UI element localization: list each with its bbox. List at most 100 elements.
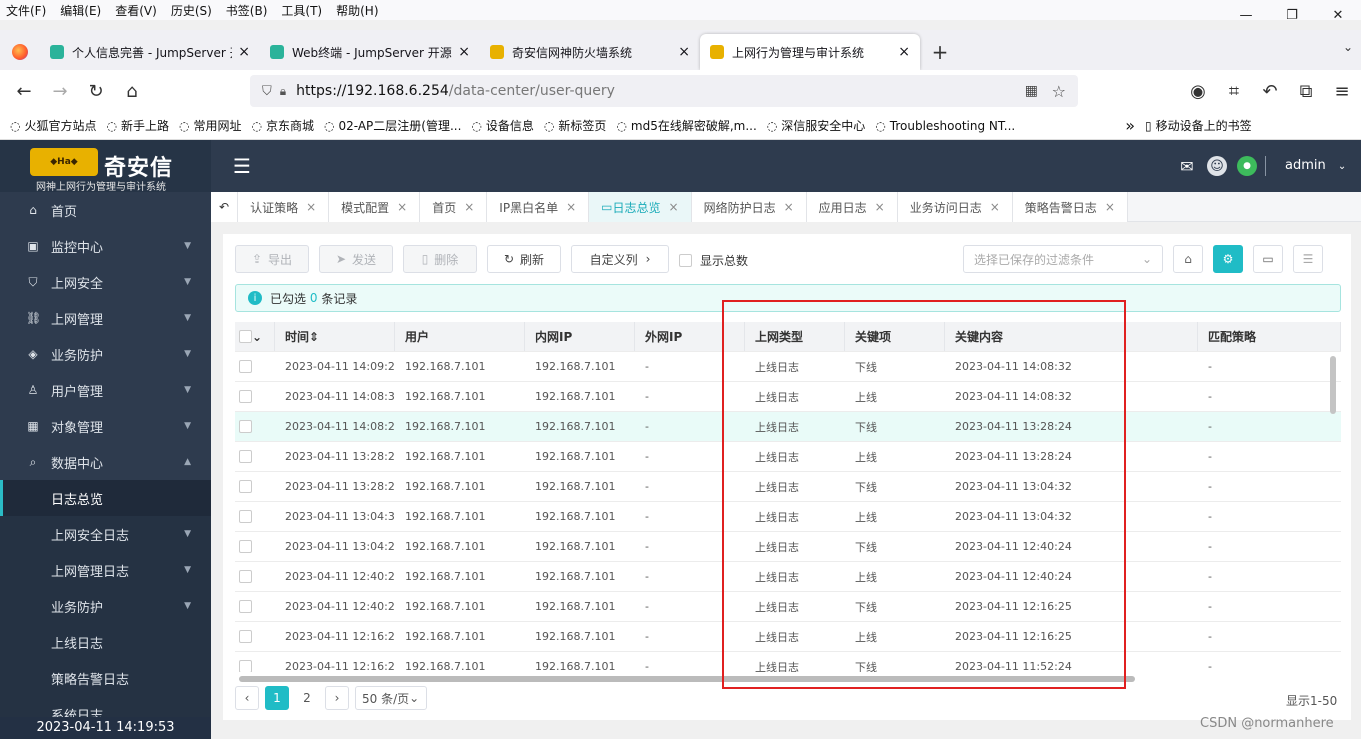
row-select-cell[interactable] [235,592,275,621]
reload-icon[interactable]: ↻ [78,81,114,102]
tab-list-chevron-icon[interactable]: ⌄ [1343,40,1353,54]
status-icon[interactable]: ● [1237,156,1257,176]
row-checkbox[interactable] [239,660,252,672]
menu-item[interactable]: 工具(T) [281,2,322,19]
close-icon[interactable]: × [306,200,316,214]
refresh-button[interactable]: ↻ 刷新 [487,245,561,273]
row-select-cell[interactable] [235,622,275,651]
page-tab[interactable]: 认证策略 × [238,192,330,222]
column-header[interactable]: 内网IP [525,322,635,351]
sidebar-subitem[interactable]: 上网管理日志 ▼ [0,552,211,588]
minimize-icon[interactable]: — [1223,0,1269,30]
row-select-cell[interactable] [235,502,275,531]
delete-button[interactable]: ▯ 删除 [403,245,477,273]
row-checkbox[interactable] [239,450,252,463]
menu-item[interactable]: 书签(B) [226,2,268,19]
bookmark-star-icon[interactable]: ☆ [1052,82,1066,101]
lock-icon[interactable]: 🔒︎ [280,84,286,99]
close-icon[interactable]: × [464,200,474,214]
layout-icon[interactable]: ▭ [1253,245,1283,273]
crop-icon[interactable]: ⌗ [1216,81,1252,102]
select-all-checkbox[interactable] [239,330,252,343]
row-select-cell[interactable] [235,412,275,441]
url-bar[interactable]: ⛉ 🔒︎ https://192.168.6.254/data-center/u… [250,75,1078,107]
browser-tab[interactable]: Web终端 - JumpServer 开源堡 × [260,34,480,70]
column-header[interactable]: 用户 [395,322,525,351]
row-checkbox[interactable] [239,540,252,553]
row-checkbox[interactable] [239,390,252,403]
row-checkbox[interactable] [239,360,252,373]
sidebar-item[interactable]: ⛓ 上网管理 ▼ [0,300,211,336]
undo-icon[interactable]: ↶ [1252,81,1288,102]
sidebar-subitem[interactable]: 上网安全日志 ▼ [0,516,211,552]
page-size-select[interactable]: 50 条/页 ⌄ [355,686,427,710]
restore-icon[interactable]: ❐ [1269,0,1315,30]
show-total-toggle[interactable]: 显示总数 [679,252,748,269]
page-tab[interactable]: 模式配置 × [329,192,421,222]
menu-item[interactable]: 查看(V) [115,2,157,19]
row-checkbox[interactable] [239,570,252,583]
bookmark-mobile[interactable]: ▯ 移动设备上的书签 [1145,117,1252,134]
row-checkbox[interactable] [239,420,252,433]
bookmark-item[interactable]: ◌ 新手上路 [107,117,170,134]
bookmark-item[interactable]: ◌ 常用网址 [179,117,242,134]
close-icon[interactable]: × [397,200,407,214]
row-checkbox[interactable] [239,600,252,613]
bookmark-item[interactable]: ◌ 火狐官方站点 [10,117,97,134]
saved-filter-select[interactable]: 选择已保存的过滤条件 ⌄ [963,245,1163,273]
home-browser-icon[interactable]: ⌂ [114,81,150,102]
browser-tab[interactable]: 个人信息完善 - JumpServer 开 × [40,34,260,70]
page-tab[interactable]: 业务访问日志 × [897,192,1013,222]
row-select-cell[interactable] [235,532,275,561]
row-select-cell[interactable] [235,352,275,381]
tabs-scroll-icon[interactable]: ↶ [211,192,239,222]
list-icon[interactable]: ☰ [1293,245,1323,273]
close-icon[interactable]: ✕ [1315,0,1361,30]
shield-url-icon[interactable]: ⛉ [262,84,272,99]
forward-icon[interactable]: → [42,81,78,102]
close-icon[interactable]: × [566,200,576,214]
sidebar-item[interactable]: ⌂ 首页 [0,192,211,228]
close-icon[interactable]: × [875,200,885,214]
sidebar-subitem[interactable]: 上线日志 [0,624,211,660]
sidebar-item[interactable]: ▣ 监控中心 ▼ [0,228,211,264]
menu-item[interactable]: 历史(S) [171,2,212,19]
row-select-cell[interactable] [235,562,275,591]
bookmarks-overflow-icon[interactable]: » [1125,116,1135,135]
page-tab[interactable]: 网络防护日志 × [691,192,807,222]
close-icon[interactable]: × [784,200,794,214]
close-tab-icon[interactable]: × [458,44,470,60]
page-number[interactable]: 2 [295,686,319,710]
next-page-icon[interactable]: › [325,686,349,710]
menu-item[interactable]: 编辑(E) [60,2,101,19]
select-all-cell[interactable]: ⌄ [235,322,275,351]
browser-tab[interactable]: 奇安信网神防火墙系统 × [480,34,700,70]
column-header[interactable]: 时间 ⇕ [275,322,395,351]
bookmark-item[interactable]: ◌ 02-AP二层注册(管理... [324,117,461,134]
bookmark-item[interactable]: ◌ md5在线解密破解,m... [616,117,756,134]
settings-icon[interactable]: ⚙ [1213,245,1243,273]
support-icon[interactable]: ☺ [1207,156,1227,176]
page-tab[interactable]: 首页 × [420,192,488,222]
page-tab[interactable]: 策略告警日志 × [1012,192,1128,222]
page-tab[interactable]: ▭ 日志总览 × [589,192,692,222]
bookmark-item[interactable]: ◌ Troubleshooting NT... [875,119,1015,133]
save-filter-icon[interactable]: ⌂ [1173,245,1203,273]
close-tab-icon[interactable]: × [678,44,690,60]
close-icon[interactable]: × [1105,200,1115,214]
close-icon[interactable]: × [990,200,1000,214]
page-tab[interactable]: IP黑白名单 × [487,192,590,222]
close-tab-icon[interactable]: × [238,44,250,60]
page-number[interactable]: 1 [265,686,289,710]
sidebar-item[interactable]: ▦ 对象管理 ▼ [0,408,211,444]
row-select-cell[interactable] [235,472,275,501]
row-checkbox[interactable] [239,630,252,643]
row-select-cell[interactable] [235,652,275,672]
bookmark-item[interactable]: ◌ 设备信息 [471,117,534,134]
back-icon[interactable]: ← [6,81,42,102]
close-icon[interactable]: × [669,200,679,214]
show-total-checkbox[interactable] [679,254,692,267]
menu-item[interactable]: 帮助(H) [336,2,378,19]
bookmark-item[interactable]: ◌ 新标签页 [544,117,607,134]
qrcode-icon[interactable]: ▦ [1025,83,1038,99]
